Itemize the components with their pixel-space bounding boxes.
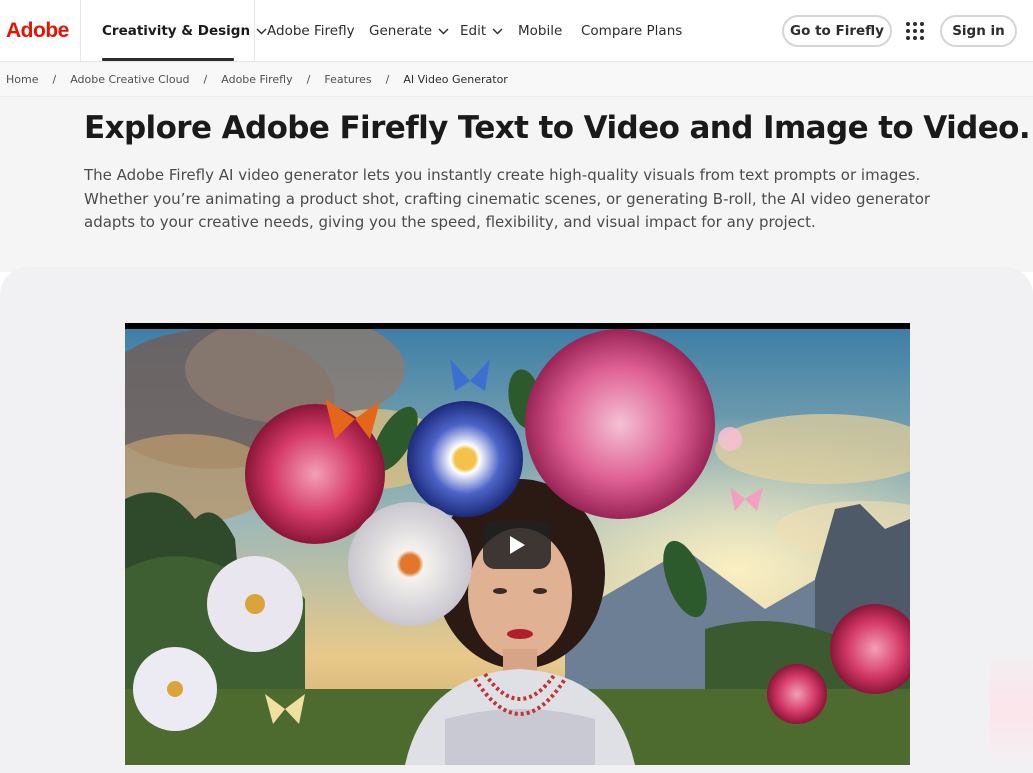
sign-in-button[interactable]: Sign in <box>940 15 1017 47</box>
nav-generate-label: Generate <box>369 23 433 39</box>
nav-mobile-label: Mobile <box>518 23 563 39</box>
nav-adobe-firefly[interactable]: Adobe Firefly <box>267 0 355 62</box>
go-to-firefly-button[interactable]: Go to Firefly <box>782 15 892 47</box>
chevron-down-icon <box>492 28 503 35</box>
video-stage <box>0 267 1033 773</box>
breadcrumb-separator: / <box>52 72 57 86</box>
page-description: The Adobe Firefly AI video generator let… <box>84 166 931 231</box>
nav-compare-plans[interactable]: Compare Plans <box>581 0 682 62</box>
nav-mobile[interactable]: Mobile <box>518 0 562 62</box>
breadcrumb-features[interactable]: Features <box>324 73 371 86</box>
breadcrumb-separator: / <box>203 72 208 86</box>
nav-creativity-design-label: Creativity & Design <box>102 23 251 39</box>
play-button[interactable] <box>483 521 551 569</box>
chevron-down-icon <box>438 28 449 35</box>
nav-generate-menu[interactable]: Generate <box>369 0 449 62</box>
side-decoration <box>990 647 1033 757</box>
chevron-down-icon <box>256 28 267 35</box>
nav-divider <box>254 0 255 62</box>
nav-adobe-firefly-label: Adobe Firefly <box>267 23 355 39</box>
breadcrumb-separator: / <box>385 72 390 86</box>
breadcrumb-separator: / <box>306 72 311 86</box>
breadcrumb-creative-cloud[interactable]: Adobe Creative Cloud <box>70 73 189 86</box>
nav-creativity-design-menu[interactable]: Creativity & Design <box>102 0 267 62</box>
play-icon <box>510 536 525 554</box>
nav-compare-plans-label: Compare Plans <box>581 23 683 39</box>
nav-divider <box>80 0 81 62</box>
video-player[interactable] <box>125 323 910 765</box>
nav-active-indicator <box>102 58 234 61</box>
nav-edit-menu[interactable]: Edit <box>460 0 503 62</box>
page-title: Explore Adobe Firefly Text to Video and … <box>84 110 1031 146</box>
breadcrumb-current-page: AI Video Generator <box>403 72 508 86</box>
intro-section: Explore Adobe Firefly Text to Video and … <box>0 97 1033 272</box>
breadcrumb-home[interactable]: Home <box>6 73 38 86</box>
top-navigation: Adobe Creativity & Design Adobe Firefly … <box>0 0 1033 62</box>
app-grid-icon[interactable] <box>906 22 924 40</box>
go-to-firefly-label: Go to Firefly <box>790 23 884 39</box>
breadcrumb: Home / Adobe Creative Cloud / Adobe Fire… <box>0 62 1033 97</box>
adobe-logo-text: Adobe <box>6 19 69 42</box>
breadcrumb-adobe-firefly[interactable]: Adobe Firefly <box>221 73 292 86</box>
sign-in-label: Sign in <box>952 23 1005 39</box>
nav-edit-label: Edit <box>460 23 487 39</box>
adobe-logo[interactable]: Adobe <box>6 19 69 43</box>
